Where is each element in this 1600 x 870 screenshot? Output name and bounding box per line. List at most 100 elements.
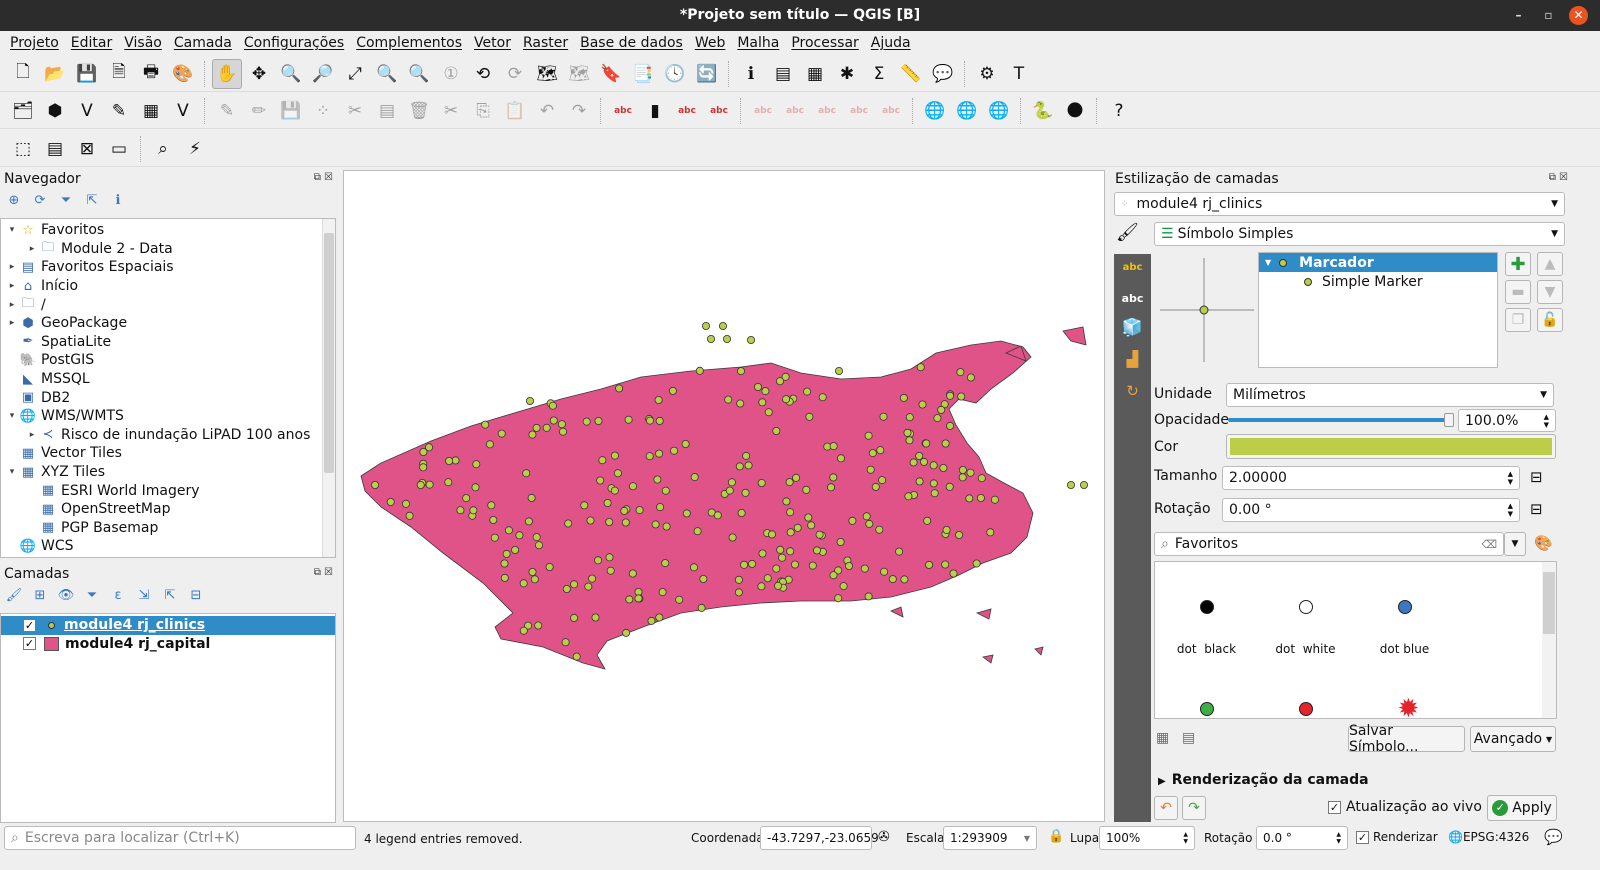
print-layout-icon[interactable]: 🖶: [136, 59, 166, 89]
clinic-point[interactable]: [976, 493, 985, 502]
clinic-point[interactable]: [386, 497, 395, 506]
clinic-point[interactable]: [880, 567, 889, 576]
clinic-point[interactable]: [594, 416, 603, 425]
clinic-point[interactable]: [918, 400, 927, 409]
remove-symbol-layer-button[interactable]: ▬: [1505, 280, 1531, 304]
map-svg[interactable]: [344, 171, 1106, 823]
unit-select[interactable]: Milímetros ▼: [1226, 383, 1554, 407]
toggle-edit-icon[interactable]: ✏: [244, 96, 274, 126]
clinic-point[interactable]: [605, 518, 614, 527]
new-map-view-icon[interactable]: 🗺: [532, 59, 562, 89]
clinic-point[interactable]: [651, 520, 660, 529]
collapse-icon[interactable]: ⇱: [82, 193, 102, 208]
settings-icon[interactable]: ✱: [832, 59, 862, 89]
clinic-point[interactable]: [656, 503, 665, 512]
clinic-point[interactable]: [561, 638, 570, 647]
expression-filter-icon[interactable]: ε: [108, 588, 128, 603]
crs-button[interactable]: 🌐EPSG:4326: [1448, 830, 1529, 844]
clinic-point[interactable]: [786, 547, 795, 556]
clinic-point[interactable]: [865, 519, 874, 528]
opacity-slider-handle[interactable]: [1444, 413, 1454, 427]
clinic-point[interactable]: [744, 461, 753, 470]
label-toolbar-icon[interactable]: abc: [608, 96, 638, 126]
clinic-point[interactable]: [977, 474, 986, 483]
clinic-point[interactable]: [829, 473, 838, 482]
processing-icon[interactable]: ⚡: [180, 134, 210, 164]
clinic-point[interactable]: [939, 463, 948, 472]
clinic-point[interactable]: [526, 396, 535, 405]
layer-item[interactable]: ✓ module4 rj_clinics: [1, 616, 335, 635]
clinic-point[interactable]: [899, 393, 908, 402]
clinic-point[interactable]: [598, 456, 607, 465]
collapse-icon[interactable]: ⇱: [160, 588, 180, 603]
clinic-point[interactable]: [834, 594, 843, 603]
remove-layer-icon[interactable]: ⊟: [186, 588, 206, 603]
clinic-point[interactable]: [661, 559, 670, 568]
clinic-point[interactable]: [699, 575, 708, 584]
locator-input[interactable]: ⌕ Escreva para localizar (Ctrl+K): [4, 826, 356, 850]
search-options-button[interactable]: ▼: [1504, 532, 1526, 556]
clinic-point[interactable]: [815, 530, 824, 539]
clinic-point[interactable]: [524, 517, 533, 526]
clinic-point[interactable]: [807, 521, 816, 530]
minimize-button[interactable]: –: [1509, 6, 1528, 25]
island-polygon[interactable]: [1034, 646, 1044, 656]
municipality-polygon[interactable]: [360, 340, 1034, 670]
clinic-point[interactable]: [534, 621, 543, 630]
clinic-point[interactable]: [929, 479, 938, 488]
maximize-button[interactable]: ▫: [1539, 6, 1558, 25]
clinic-point[interactable]: [772, 564, 781, 573]
label-props-icon[interactable]: abc: [876, 96, 906, 126]
navigator-item-module-2-data[interactable]: ▸ 🗀 Module 2 - Data: [1, 240, 335, 259]
clinic-point[interactable]: [702, 321, 711, 330]
clinic-point[interactable]: [528, 568, 537, 577]
clinic-point[interactable]: [586, 516, 595, 525]
clinic-point[interactable]: [419, 463, 428, 472]
clinic-point[interactable]: [925, 560, 934, 569]
lock-button[interactable]: 🔓: [1537, 308, 1563, 332]
redo-button[interactable]: ↷: [1182, 796, 1206, 820]
clinic-point[interactable]: [740, 560, 749, 569]
scale-select[interactable]: 1:293909 ▼: [943, 826, 1037, 850]
clinic-point[interactable]: [690, 473, 699, 482]
clinic-point[interactable]: [764, 408, 773, 417]
clinic-point[interactable]: [445, 456, 454, 465]
color-button[interactable]: [1226, 434, 1556, 459]
clinic-point[interactable]: [511, 546, 520, 555]
clinic-point[interactable]: [757, 582, 766, 591]
symbol-preset[interactable]: dot white: [1256, 590, 1355, 680]
duplicate-button[interactable]: ❐: [1505, 308, 1531, 332]
island-polygon[interactable]: [982, 654, 994, 664]
new-project-icon[interactable]: 🗋: [8, 59, 38, 89]
clinic-point[interactable]: [588, 574, 597, 583]
clinic-point[interactable]: [793, 523, 802, 532]
temporal-icon[interactable]: 🕓: [660, 59, 690, 89]
symbol-layer-simple-marker[interactable]: Simple Marker: [1259, 272, 1497, 291]
clinic-point[interactable]: [986, 528, 995, 537]
pan-icon[interactable]: ✋: [212, 58, 242, 89]
spin-arrows-icon[interactable]: ▲ ▼: [1508, 502, 1513, 518]
open-project-icon[interactable]: 📂: [40, 59, 70, 89]
rotate-label-icon[interactable]: abc: [812, 96, 842, 126]
clinic-point[interactable]: [958, 465, 967, 474]
clinic-point[interactable]: [707, 334, 716, 343]
open-styling-icon[interactable]: 🖌: [4, 588, 24, 603]
clinic-point[interactable]: [549, 416, 558, 425]
clinic-point[interactable]: [695, 366, 704, 375]
info-icon[interactable]: ℹ: [108, 193, 128, 208]
clinic-point[interactable]: [725, 486, 734, 495]
clinic-point[interactable]: [645, 452, 654, 461]
clinic-point[interactable]: [909, 458, 918, 467]
clinic-point[interactable]: [965, 494, 974, 503]
zoom-next-icon[interactable]: ⟳: [500, 59, 530, 89]
clinic-point[interactable]: [818, 393, 827, 402]
clinic-point[interactable]: [805, 412, 814, 421]
clinic-point[interactable]: [668, 386, 677, 395]
3d-view-tab-icon[interactable]: 🧊: [1114, 314, 1151, 346]
dock-buttons[interactable]: ⧉ ☒: [314, 172, 333, 183]
navigator-item-esri-world-imagery[interactable]: ▦ ESRI World Imagery: [1, 481, 335, 500]
menu-complementos[interactable]: Complementos: [350, 32, 468, 56]
symbol-library-scrollbar[interactable]: [1542, 562, 1556, 718]
clinic-point[interactable]: [610, 486, 619, 495]
clinic-point[interactable]: [622, 628, 631, 637]
